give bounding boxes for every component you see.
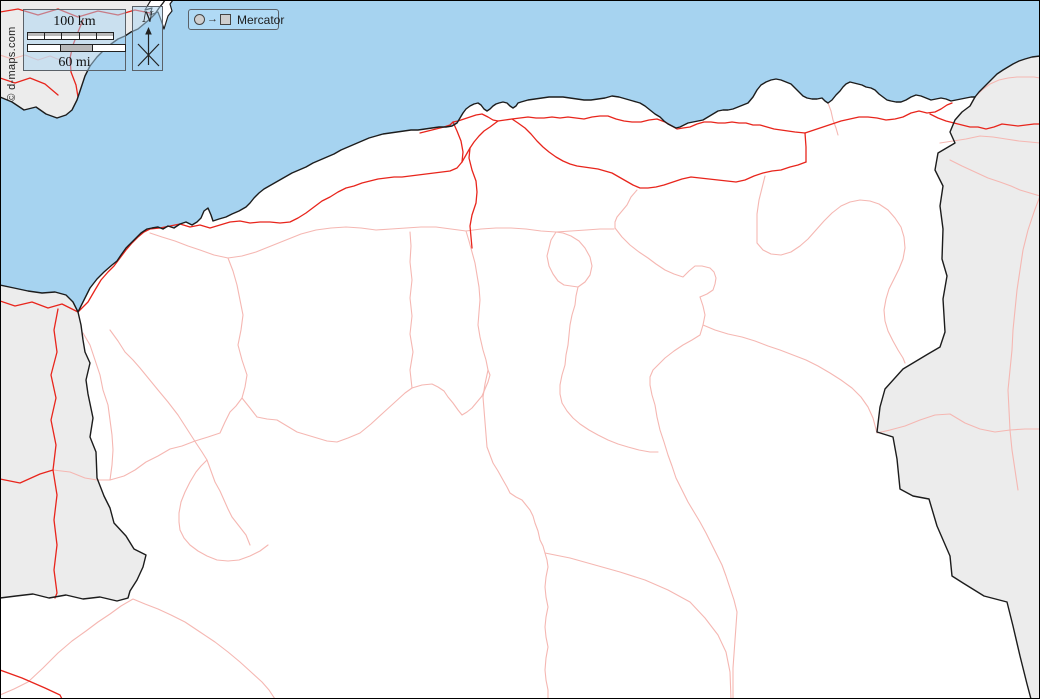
road-minor-southeast-link [544, 552, 732, 699]
scale-bar-segment [78, 33, 96, 39]
north-arrow-icon [137, 27, 160, 67]
road-minor-center-vertical [465, 230, 549, 699]
scale-bar-segment [92, 45, 126, 51]
road-minor-w-diagonal [109, 329, 251, 546]
road-major-algiers-south [468, 147, 478, 249]
projection-label: Mercator [237, 12, 285, 27]
road-minor-vjunction-1 [241, 387, 413, 443]
road-minor-cell-south [649, 296, 738, 699]
road-major-east [804, 102, 953, 134]
road-major-morocco-sw [0, 669, 63, 699]
road-major-inland-diagonal [511, 118, 807, 189]
scale-bar-segment [44, 33, 62, 39]
projection-globe-icon [194, 14, 205, 25]
road-minor-cell-drop [614, 189, 638, 229]
road-major-east-vertical [804, 132, 807, 163]
scale-km-label: 100 km [53, 14, 96, 29]
road-major-algiers-triangle [452, 121, 464, 163]
road-minor-to-border [702, 324, 878, 434]
road-minor-small-cell-drop [559, 286, 659, 453]
land-morocco [0, 285, 146, 601]
map-svg [0, 0, 1040, 699]
scale-bar-segment [28, 45, 60, 51]
scale-bar-mi [27, 44, 126, 52]
scale-mi-label: 60 mi [58, 55, 91, 70]
road-minor-south-morocco [0, 598, 276, 699]
scale-bar-segment [28, 33, 45, 39]
projection-badge: → Mercator [188, 9, 284, 30]
copyright-text: © d-maps.com [6, 26, 18, 102]
scale-bar-segment [59, 45, 93, 51]
projection-arrow-icon: → [207, 13, 218, 25]
road-minor-ne-arc [756, 175, 906, 364]
road-minor-west-coastal-chain [149, 226, 615, 259]
scale-bar-km [27, 32, 114, 40]
road-minor-vjunction-2 [409, 231, 414, 389]
scale-bar-segment [95, 33, 114, 39]
scale-legend: 100 km 60 mi [23, 9, 126, 71]
road-minor-vjunction-3 [411, 369, 491, 416]
road-minor-small-cell [546, 231, 593, 288]
projection-plane-icon [220, 14, 231, 25]
road-minor-cell-top [614, 227, 717, 298]
road-minor-skikda-stub [827, 102, 839, 136]
map-page: © d-maps.com 100 km 60 mi N → Mercator [0, 0, 1040, 699]
scale-bar-segment [61, 33, 79, 39]
compass-panel: N [132, 6, 163, 71]
land-tunisia [877, 56, 1040, 699]
road-minor-w-loop [178, 459, 269, 562]
